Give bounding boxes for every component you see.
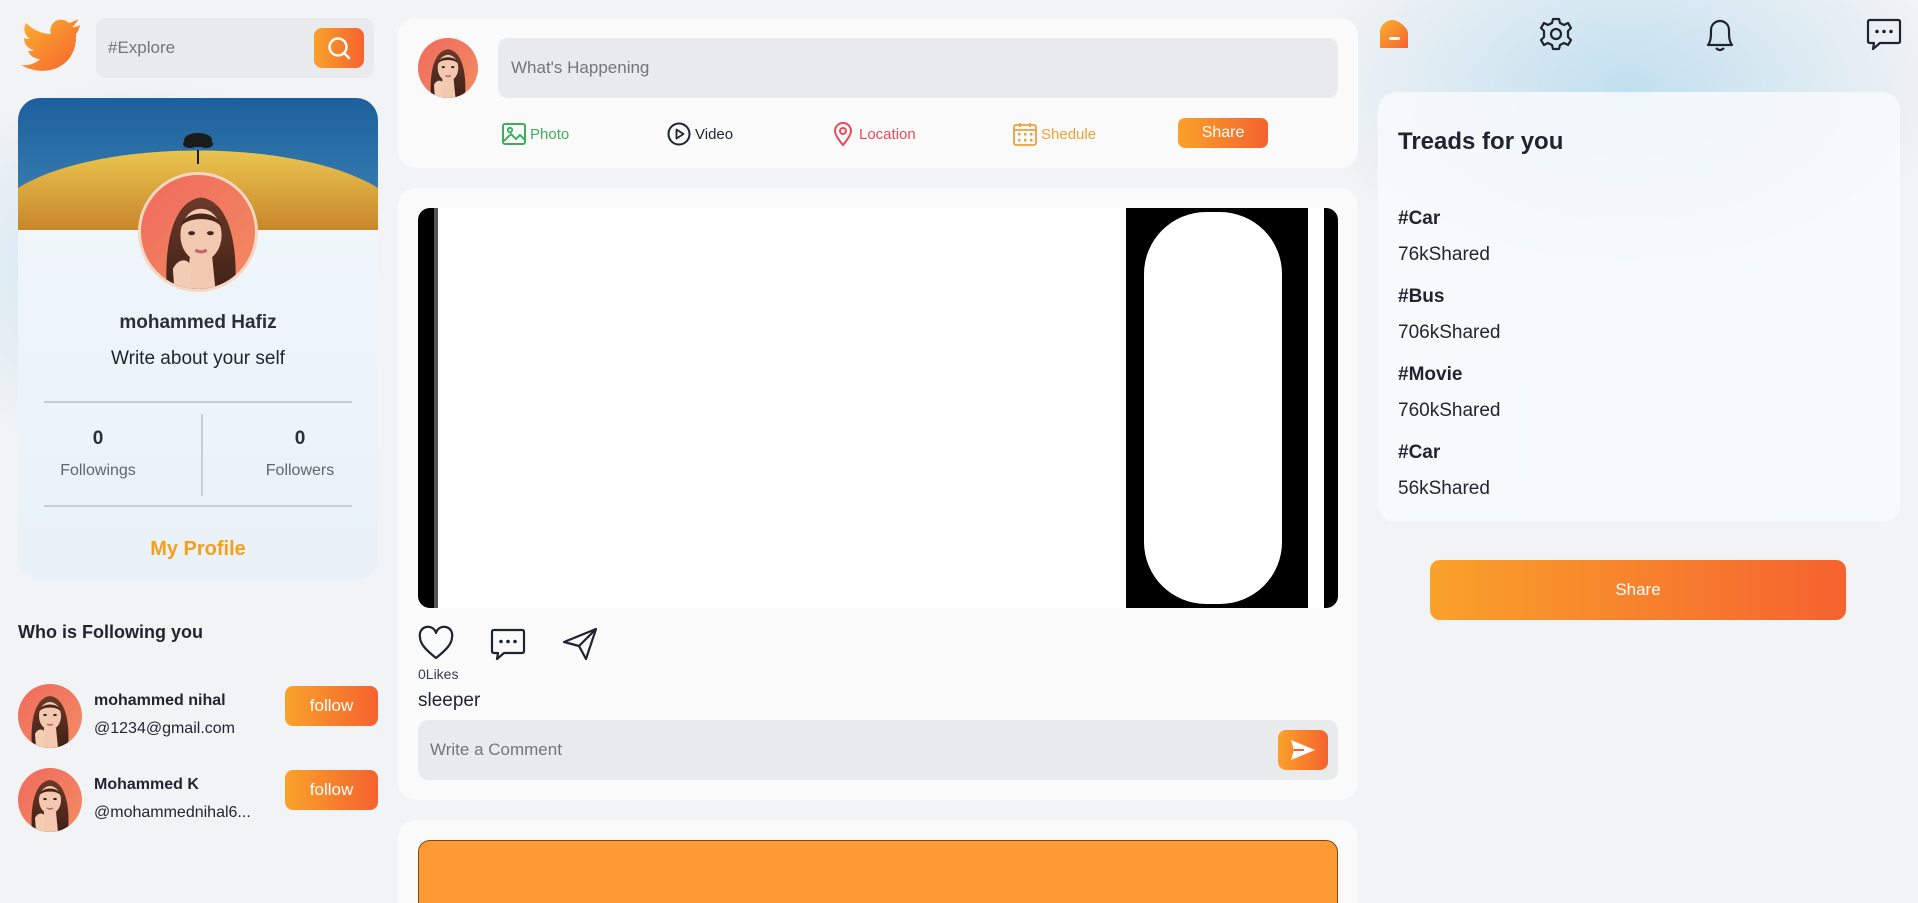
like-button[interactable] (416, 624, 456, 664)
gear-icon[interactable] (1536, 14, 1576, 54)
trend-item[interactable]: #Car 76kShared (1398, 208, 1490, 266)
video-button[interactable]: Video (666, 118, 733, 150)
location-button[interactable]: Location (830, 118, 916, 150)
trend-tag: #Bus (1398, 286, 1445, 307)
follower-handle: @1234@gmail.com (94, 720, 235, 737)
search-bar (96, 18, 374, 78)
comment-icon (490, 628, 526, 661)
followings-label: Followings (60, 462, 136, 479)
share-button[interactable]: Share (1430, 560, 1846, 620)
trend-count: 706kShared (1398, 322, 1501, 343)
trend-tag: #Car (1398, 208, 1441, 229)
divider (44, 505, 352, 507)
follower-handle: @mohammednihal6... (94, 804, 251, 821)
send-comment-button[interactable] (1278, 730, 1328, 770)
follower-name[interactable]: Mohammed K (94, 776, 199, 794)
home-icon[interactable] (1376, 14, 1416, 54)
trend-item[interactable]: #Bus 706kShared (1398, 286, 1500, 344)
divider (201, 414, 203, 496)
comment-button[interactable] (488, 624, 528, 664)
calendar-icon (1013, 123, 1037, 146)
heart-icon (418, 625, 454, 660)
followings-stat[interactable]: 0 Followings (28, 428, 168, 480)
trend-item[interactable]: #Movie 760kShared (1398, 364, 1500, 422)
follower-name[interactable]: mohammed nihal (94, 692, 226, 710)
search-input[interactable] (108, 18, 298, 78)
search-button[interactable] (314, 28, 364, 68)
followers-stat[interactable]: 0 Followers (230, 428, 370, 480)
video-label: Video (695, 125, 734, 143)
paper-plane-icon (562, 627, 598, 661)
profile-name: mohammed Hafiz (119, 312, 277, 333)
my-profile-link[interactable]: My Profile (18, 538, 378, 561)
post-card: 0Likes sleeper (398, 188, 1358, 800)
avatar[interactable] (18, 768, 82, 832)
schedule-button[interactable]: Shedule (1012, 118, 1096, 150)
follow-button[interactable]: follow (285, 686, 378, 726)
schedule-label: Shedule (1041, 125, 1097, 143)
post-caption: sleeper (418, 690, 481, 711)
comment-bar (418, 720, 1338, 780)
follower-item: Mohammed K @mohammednihal6... follow (18, 768, 378, 832)
trend-tag: #Movie (1398, 364, 1463, 385)
avatar[interactable] (418, 38, 478, 98)
send-post-button[interactable] (560, 624, 600, 664)
follower-item: mohammed nihal @1234@gmail.com follow (18, 684, 378, 748)
post-card (398, 820, 1358, 903)
compose-card: Photo Video Location Shedule Shar (398, 18, 1358, 168)
followings-count: 0 (92, 428, 104, 449)
post-image[interactable] (418, 840, 1338, 903)
search-icon (328, 37, 351, 60)
image-icon (502, 123, 526, 145)
trend-tag: #Car (1398, 442, 1441, 463)
compose-input[interactable] (498, 38, 1338, 98)
trend-count: 76kShared (1398, 244, 1490, 265)
bell-icon[interactable] (1700, 14, 1740, 54)
profile-card: mohammed Hafiz Write about your self 0 F… (18, 98, 378, 580)
trends-card: Treads for you #Car 76kShared #Bus 706kS… (1378, 92, 1900, 522)
share-post-button[interactable]: Share (1178, 118, 1268, 148)
post-image[interactable] (418, 208, 1338, 608)
avatar[interactable] (18, 684, 82, 748)
bird-logo-icon[interactable] (20, 15, 82, 77)
followers-label: Followers (265, 462, 335, 479)
photo-label: Photo (530, 125, 570, 143)
location-pin-icon (833, 122, 853, 147)
follow-button[interactable]: follow (285, 770, 378, 810)
photo-button[interactable]: Photo (501, 118, 569, 150)
location-label: Location (859, 125, 916, 143)
who-following-heading: Who is Following you (18, 622, 203, 642)
messages-icon[interactable] (1864, 14, 1904, 54)
trend-item[interactable]: #Car 56kShared (1398, 442, 1490, 500)
trend-count: 760kShared (1398, 400, 1501, 421)
comment-input[interactable] (430, 720, 1230, 780)
profile-bio: Write about your self (111, 348, 285, 369)
divider (44, 401, 352, 403)
send-icon (1291, 740, 1315, 760)
trends-title: Treads for you (1398, 128, 1564, 155)
trend-count: 56kShared (1398, 478, 1490, 499)
likes-count: 0Likes (418, 666, 459, 682)
followers-count: 0 (294, 428, 306, 449)
play-circle-icon (667, 122, 691, 146)
profile-avatar[interactable] (138, 172, 258, 292)
